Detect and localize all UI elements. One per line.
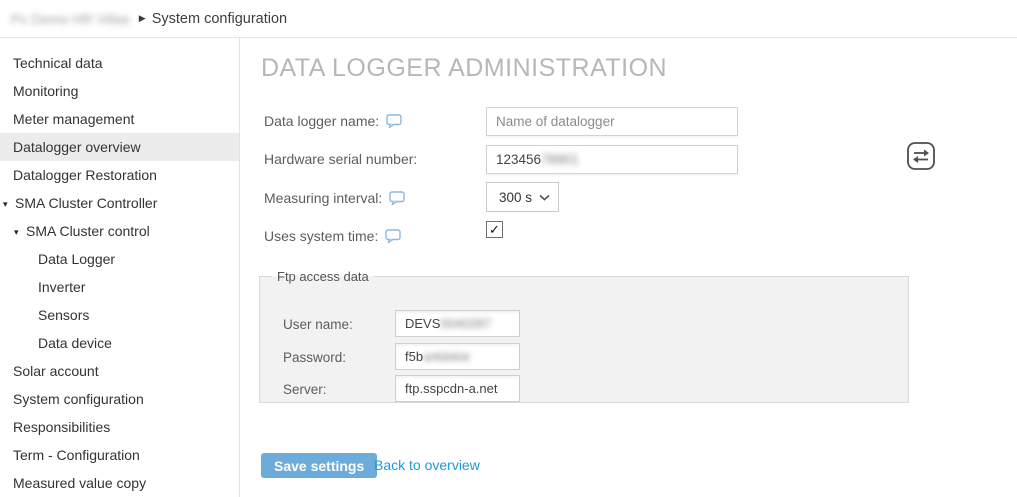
sidebar-item-meter-management[interactable]: Meter management (0, 105, 239, 133)
serial-value: 123456 (496, 152, 541, 167)
ftp-access-fieldset: Ftp access data User name: DEVS 0040287 … (259, 269, 909, 403)
datalogger-name-input[interactable]: Name of datalogger (486, 107, 738, 136)
sidebar-item-label: Inverter (38, 279, 85, 295)
sidebar-item-label: Datalogger overview (13, 139, 141, 155)
sidebar-item-measured-value-copy[interactable]: Measured value copy (0, 469, 239, 497)
sidebar-item-system-configuration[interactable]: System configuration (0, 385, 239, 413)
help-bubble-icon[interactable] (389, 191, 406, 206)
datalogger-name-placeholder: Name of datalogger (496, 114, 615, 129)
sidebar-item-sensors[interactable]: Sensors (0, 301, 239, 329)
sidebar-item-term-configuration[interactable]: Term - Configuration (0, 441, 239, 469)
sidebar-item-label: Monitoring (13, 83, 78, 99)
breadcrumb-page-label: System configuration (152, 11, 287, 27)
ftp-legend: Ftp access data (272, 269, 374, 284)
serial-label: Hardware serial number: (264, 150, 417, 168)
sidebar-item-label: System configuration (13, 391, 144, 407)
sidebar-item-inverter[interactable]: Inverter (0, 273, 239, 301)
page-title: DATA LOGGER ADMINISTRATION (261, 54, 667, 83)
measuring-interval-value: 300 s (499, 190, 532, 205)
sidebar-item-label: Responsibilities (13, 419, 110, 435)
interval-label: Measuring interval: (264, 189, 406, 207)
sidebar-item-solar-account[interactable]: Solar account (0, 357, 239, 385)
ftp-server-label: Server: (283, 380, 327, 398)
system-time-label: Uses system time: (264, 227, 402, 245)
sidebar-item-sma-cluster-controller[interactable]: ▾SMA Cluster Controller (0, 189, 239, 217)
sidebar-item-label: SMA Cluster control (26, 223, 150, 239)
label-text: Server: (283, 382, 327, 397)
sidebar-item-data-device[interactable]: Data device (0, 329, 239, 357)
help-bubble-icon[interactable] (386, 114, 403, 129)
caret-down-icon[interactable]: ▾ (3, 190, 15, 218)
sidebar-item-label: Meter management (13, 111, 134, 127)
label-text: Data logger name: (264, 113, 379, 129)
sidebar-item-label: Data device (38, 335, 112, 351)
sidebar-item-label: SMA Cluster Controller (15, 195, 157, 211)
label-text: Password: (283, 350, 346, 365)
help-bubble-icon[interactable] (385, 229, 402, 244)
sidebar-item-datalogger-restoration[interactable]: Datalogger Restoration (0, 161, 239, 189)
sidebar-item-datalogger-overview[interactable]: Datalogger overview (0, 133, 239, 161)
sidebar-nav: Technical data Monitoring Meter manageme… (0, 38, 240, 497)
sidebar-item-responsibilities[interactable]: Responsibilities (0, 413, 239, 441)
breadcrumb-site-redacted[interactable]: Pv Demo HR Villas (11, 11, 130, 27)
serial-value-redacted: 78901 (541, 152, 579, 167)
sidebar-item-sma-cluster-control[interactable]: ▾SMA Cluster control (0, 217, 239, 245)
sidebar-item-label: Technical data (13, 55, 103, 71)
ftp-password-value: f5b (405, 349, 423, 364)
sidebar-item-technical-data[interactable]: Technical data (0, 49, 239, 77)
sidebar-item-label: Sensors (38, 307, 89, 323)
ftp-user-value-redacted: 0040287 (440, 316, 491, 331)
chevron-down-icon (539, 194, 550, 201)
label-text: Measuring interval: (264, 190, 382, 206)
ftp-user-label: User name: (283, 315, 353, 333)
ftp-user-input[interactable]: DEVS 0040287 (395, 310, 520, 337)
check-icon: ✓ (489, 222, 500, 238)
back-to-overview-link[interactable]: Back to overview (374, 457, 480, 473)
ftp-password-label: Password: (283, 348, 346, 366)
sidebar-item-label: Data Logger (38, 251, 115, 267)
ftp-user-value: DEVS (405, 316, 440, 331)
main-content: DATA LOGGER ADMINISTRATION Data logger n… (240, 38, 1017, 497)
transfer-swap-button[interactable] (906, 141, 936, 171)
sidebar-item-label: Solar account (13, 363, 99, 379)
sidebar-item-label: Term - Configuration (13, 447, 140, 463)
sidebar-item-label: Datalogger Restoration (13, 167, 157, 183)
datalogger-name-label: Data logger name: (264, 112, 403, 130)
breadcrumb: Pv Demo HR Villas ▶ System configuration (0, 0, 1017, 38)
ftp-server-input[interactable]: ftp.sspcdn-a.net (395, 375, 520, 402)
label-text: Hardware serial number: (264, 151, 417, 167)
label-text: User name: (283, 317, 353, 332)
sidebar-item-monitoring[interactable]: Monitoring (0, 77, 239, 105)
ftp-password-value-redacted: w4dxkie (423, 349, 470, 364)
sidebar-item-label: Measured value copy (13, 475, 146, 491)
system-time-checkbox[interactable]: ✓ (486, 221, 503, 238)
save-settings-button[interactable]: Save settings (261, 453, 377, 478)
measuring-interval-select[interactable]: 300 s (486, 182, 559, 212)
ftp-server-value: ftp.sspcdn-a.net (405, 381, 498, 396)
breadcrumb-arrow-icon: ▶ (139, 13, 146, 24)
caret-down-icon[interactable]: ▾ (14, 218, 26, 246)
ftp-password-input[interactable]: f5b w4dxkie (395, 343, 520, 370)
serial-input[interactable]: 123456 78901 (486, 145, 738, 174)
label-text: Uses system time: (264, 228, 378, 244)
sidebar-item-data-logger[interactable]: Data Logger (0, 245, 239, 273)
